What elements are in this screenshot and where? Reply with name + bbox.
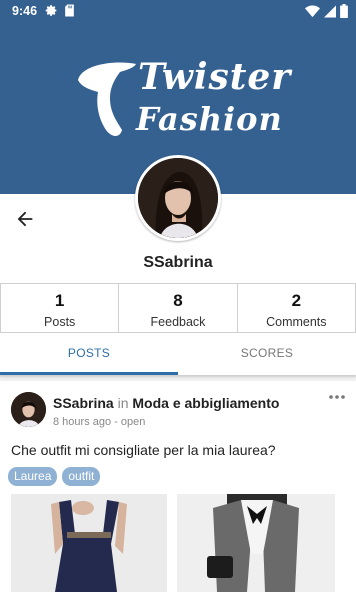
tab-scores[interactable]: SCORES (178, 333, 356, 375)
stat-posts[interactable]: 1 Posts (0, 283, 120, 333)
stat-value: 2 (291, 291, 302, 310)
back-arrow-icon[interactable] (14, 208, 36, 230)
author-photo (11, 392, 46, 427)
post-header: SSabrina in Moda e abbigliamento (53, 395, 279, 411)
post-author-avatar[interactable] (11, 392, 46, 427)
stat-value: 1 (54, 291, 65, 310)
stat-feedback[interactable]: 8 Feedback (118, 283, 238, 333)
tab-posts[interactable]: POSTS (0, 333, 178, 375)
post-text: Che outfit mi consigliate per la mia lau… (11, 442, 276, 458)
twister-fashion-logo: Twister Fashion (76, 56, 290, 146)
post-meta: 8 hours ago - open (53, 416, 146, 428)
more-options-icon[interactable] (328, 393, 346, 401)
settings-icon (45, 5, 57, 16)
post-category[interactable]: Moda e abbigliamento (132, 395, 279, 411)
stat-label: Posts (44, 315, 76, 329)
logo-line1: Twister (138, 56, 292, 98)
navy-dress-photo (11, 494, 167, 592)
post-author[interactable]: SSabrina (53, 395, 114, 411)
logo-line2: Fashion (136, 100, 283, 138)
stat-label: Comments (266, 315, 327, 329)
sd-card-icon (65, 4, 74, 17)
profile-tabs: POSTS SCORES (0, 333, 356, 375)
post-image-2[interactable] (177, 494, 335, 592)
profile-stats: 1 Posts 8 Feedback 2 Comments (0, 283, 356, 333)
tag-chip[interactable]: Laurea (8, 467, 58, 486)
tornado-logo-icon (78, 62, 136, 136)
post-in-word: in (117, 395, 129, 411)
stat-label: Feedback (150, 315, 206, 329)
wifi-icon (305, 5, 320, 17)
signal-icon (324, 5, 336, 17)
post-tags: Laurea outfit (8, 467, 101, 486)
stat-value: 8 (173, 291, 183, 310)
profile-avatar[interactable] (135, 155, 221, 241)
profile-username: SSabrina (143, 254, 213, 271)
tag-chip[interactable]: outfit (62, 467, 101, 486)
status-time: 9:46 (12, 4, 38, 18)
post-image-1[interactable] (11, 494, 167, 592)
blazer-outfit-photo (177, 494, 335, 592)
stat-comments[interactable]: 2 Comments (236, 283, 356, 333)
status-bar: 9:46 (0, 0, 356, 24)
post-card[interactable]: SSabrina in Moda e abbigliamento 8 hours… (0, 381, 356, 592)
battery-icon (340, 4, 348, 18)
profile-photo (138, 158, 218, 238)
